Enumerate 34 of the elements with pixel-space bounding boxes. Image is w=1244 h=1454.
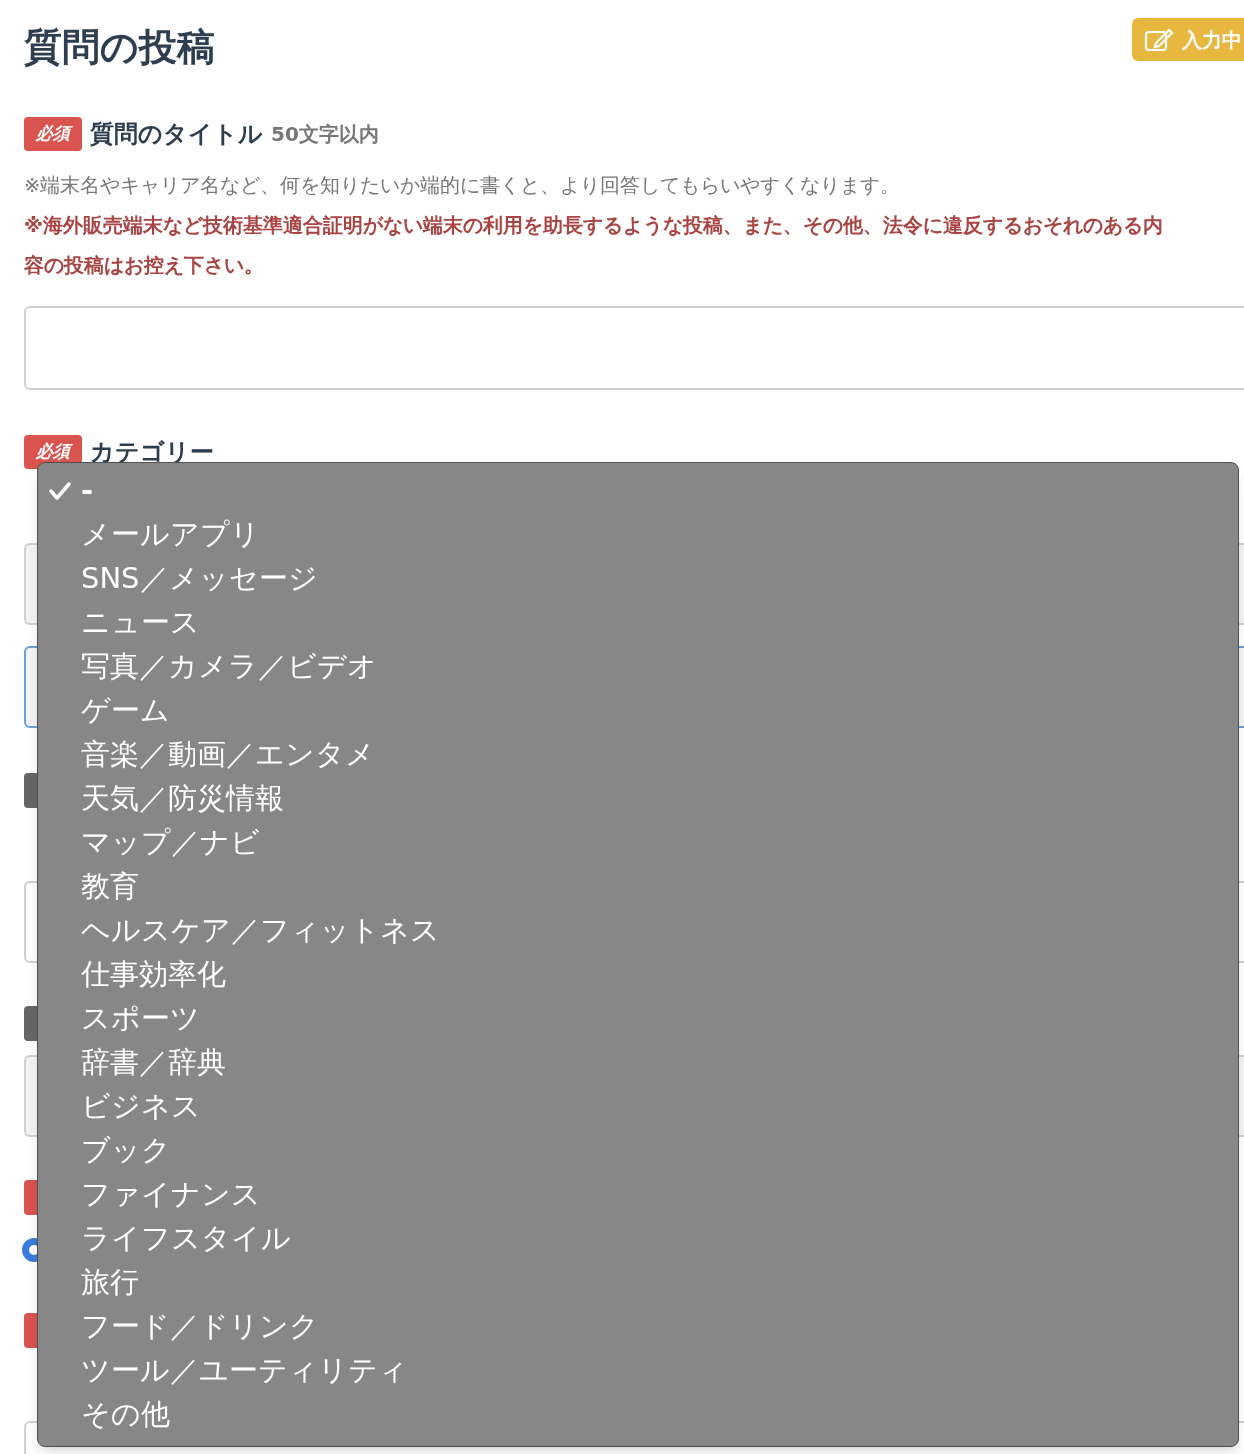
page-title: 質問の投稿	[24, 24, 215, 71]
dropdown-option[interactable]: ヘルスケア／フィットネス	[38, 909, 1238, 953]
status-button[interactable]: 入力中	[1132, 18, 1244, 61]
edit-icon	[1144, 26, 1174, 53]
dropdown-option[interactable]: ビジネス	[38, 1085, 1238, 1129]
hint-text: ※端末名やキャリア名など、何を知りたいか端的に書くと、より回答してもらいやすくなります。	[24, 173, 902, 199]
required-badge: 必須	[24, 117, 82, 151]
dropdown-option[interactable]: フード／ドリンク	[38, 1305, 1238, 1349]
dropdown-option[interactable]: 旅行	[38, 1261, 1238, 1305]
dropdown-option[interactable]: ブック	[38, 1129, 1238, 1173]
dropdown-option[interactable]: ファイナンス	[38, 1173, 1238, 1217]
dropdown-option[interactable]: その他	[38, 1393, 1238, 1437]
warning-text: ※海外販売端末など技術基準適合証明がない端末の利用を助長するような投稿、また、その他、法令に違反するおそれのある内	[24, 213, 1164, 239]
dropdown-option[interactable]: ニュース	[38, 601, 1238, 645]
field-label: カテゴリー	[90, 437, 214, 468]
checkmark-icon	[48, 481, 72, 501]
dropdown-option[interactable]: メールアプリ	[38, 513, 1238, 557]
dropdown-option[interactable]: 写真／カメラ／ビデオ	[38, 645, 1238, 689]
dropdown-option[interactable]: 音楽／動画／エンタメ	[38, 733, 1238, 777]
dropdown-option[interactable]: 教育	[38, 865, 1238, 909]
field-label: 質問のタイトル	[90, 119, 263, 150]
dropdown-option[interactable]: スポーツ	[38, 997, 1238, 1041]
dropdown-option[interactable]: ツール／ユーティリティ	[38, 1349, 1238, 1393]
dropdown-option[interactable]: SNS／メッセージ	[38, 557, 1238, 601]
dropdown-option[interactable]: -	[38, 469, 1238, 513]
dropdown-option[interactable]: 仕事効率化	[38, 953, 1238, 997]
dropdown-option[interactable]: マップ／ナビ	[38, 821, 1238, 865]
dropdown-option[interactable]: 辞書／辞典	[38, 1041, 1238, 1085]
title-input[interactable]	[24, 306, 1244, 390]
limit-note: 50文字以内	[271, 121, 379, 148]
dropdown-option[interactable]: 天気／防災情報	[38, 777, 1238, 821]
dropdown-option[interactable]: ゲーム	[38, 689, 1238, 733]
dropdown-option[interactable]: ライフスタイル	[38, 1217, 1238, 1261]
warning-text: 容の投稿はお控え下さい。	[24, 253, 265, 279]
